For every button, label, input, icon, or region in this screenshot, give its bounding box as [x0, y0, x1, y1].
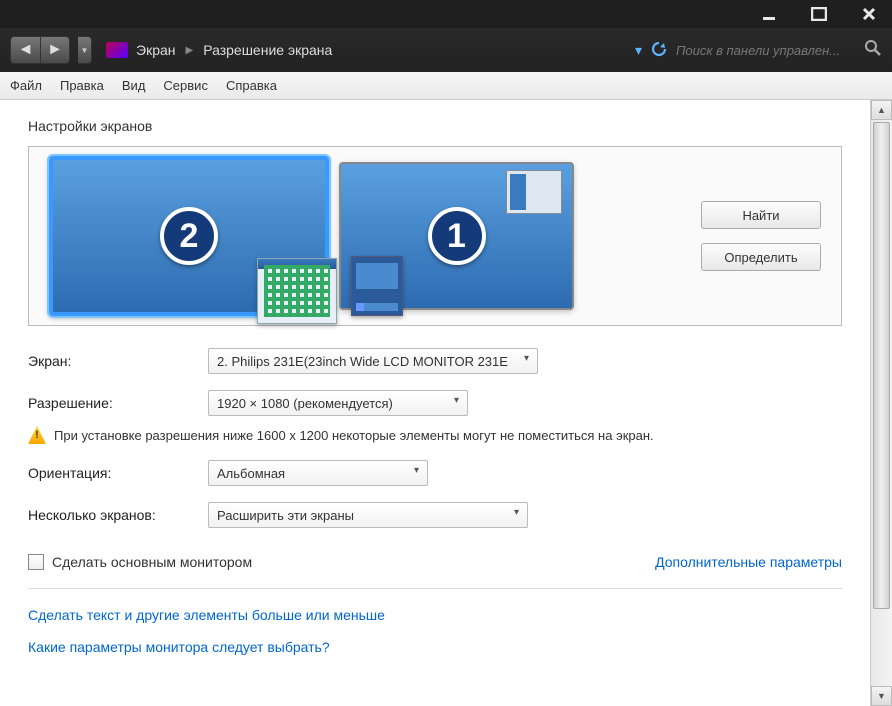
resolution-label: Разрешение:	[28, 395, 208, 411]
display-label: Экран:	[28, 353, 208, 369]
menu-view[interactable]: Вид	[122, 78, 146, 93]
make-primary-checkbox[interactable]	[28, 554, 44, 570]
minimize-button[interactable]	[754, 4, 784, 24]
find-button[interactable]: Найти	[701, 201, 821, 229]
menu-help[interactable]: Справка	[226, 78, 277, 93]
control-panel-icon	[106, 42, 128, 58]
orientation-label: Ориентация:	[28, 465, 208, 481]
refresh-icon[interactable]	[650, 40, 668, 61]
display-preview: 2 1 Найти Определить	[28, 146, 842, 326]
titlebar	[0, 0, 892, 28]
resolution-select[interactable]: 1920 × 1080 (рекомендуется)	[208, 390, 468, 416]
orientation-select[interactable]: Альбомная	[208, 460, 428, 486]
warning-icon: !	[28, 426, 46, 444]
separator	[28, 588, 842, 589]
display-select[interactable]: 2. Philips 231E(23inch Wide LCD MONITOR …	[208, 348, 538, 374]
breadcrumb-item[interactable]: Разрешение экрана	[203, 42, 332, 58]
menubar: Файл Правка Вид Сервис Справка	[0, 72, 892, 100]
content-area: Настройки экранов 2 1 Найти Определить Э…	[0, 100, 870, 706]
menu-service[interactable]: Сервис	[163, 78, 208, 93]
identify-button[interactable]: Определить	[701, 243, 821, 271]
maximize-button[interactable]	[804, 4, 834, 24]
section-title: Настройки экранов	[28, 118, 842, 134]
vertical-scrollbar[interactable]: ▲ ▼	[870, 100, 892, 706]
dropdown-icon[interactable]: ▾	[635, 42, 642, 59]
search-input[interactable]: Поиск в панели управлен...	[676, 43, 856, 58]
close-button[interactable]	[854, 4, 884, 24]
monitor-thumb-icon	[257, 258, 337, 324]
menu-edit[interactable]: Правка	[60, 78, 104, 93]
scroll-up-button[interactable]: ▲	[871, 100, 892, 120]
advanced-settings-link[interactable]: Дополнительные параметры	[655, 554, 842, 570]
monitor-1[interactable]: 1	[339, 162, 574, 310]
scroll-track[interactable]	[871, 120, 892, 686]
navbar: ◄ ► ▼ Экран ▶ Разрешение экрана ▾ Поиск …	[0, 28, 892, 72]
breadcrumb[interactable]: Экран ▶ Разрешение экрана	[136, 42, 627, 58]
make-primary-label: Сделать основным монитором	[52, 554, 252, 570]
chevron-right-icon: ▶	[186, 45, 194, 56]
which-settings-link[interactable]: Какие параметры монитора следует выбрать…	[28, 639, 842, 655]
monitor-thumb-icon	[506, 170, 562, 214]
monitor-2[interactable]: 2	[49, 156, 329, 316]
breadcrumb-item[interactable]: Экран	[136, 42, 176, 58]
text-size-link[interactable]: Сделать текст и другие элементы больше и…	[28, 607, 842, 623]
multi-display-label: Несколько экранов:	[28, 507, 208, 523]
forward-button[interactable]: ►	[40, 36, 70, 64]
history-dropdown[interactable]: ▼	[78, 36, 92, 64]
monitor-number: 1	[428, 207, 486, 265]
menu-file[interactable]: Файл	[10, 78, 42, 93]
search-icon[interactable]	[864, 39, 882, 62]
back-button[interactable]: ◄	[10, 36, 40, 64]
warning-text: При установке разрешения ниже 1600 х 120…	[54, 428, 654, 443]
scroll-down-button[interactable]: ▼	[871, 686, 892, 706]
scroll-thumb[interactable]	[873, 122, 890, 609]
multi-display-select[interactable]: Расширить эти экраны	[208, 502, 528, 528]
monitor-number: 2	[160, 207, 218, 265]
monitor-thumb-icon	[351, 256, 403, 316]
